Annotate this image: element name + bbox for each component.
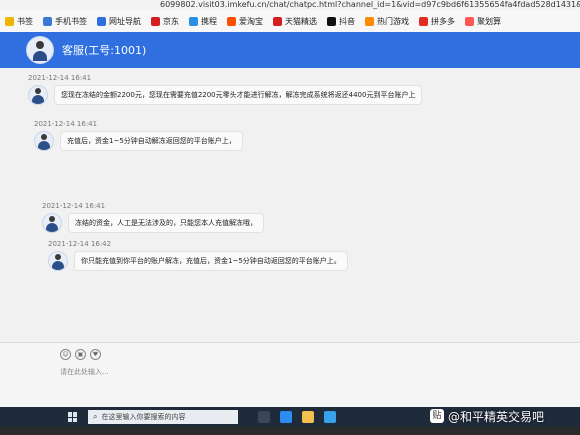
bookmark-item[interactable]: 天猫精选 <box>268 10 322 32</box>
message-bubble: 你只能充值到你平台的账户解冻，充值后，资金1~5分钟自动返回您的平台账户上。 <box>74 251 348 271</box>
bookmark-item[interactable]: 热门游戏 <box>360 10 414 32</box>
bookmark-item[interactable]: 聚划算 <box>460 10 506 32</box>
agent-avatar <box>26 36 54 64</box>
bookmark-item[interactable]: 拼多多 <box>414 10 460 32</box>
agent-avatar <box>42 213 62 233</box>
folder-icon[interactable] <box>302 411 314 423</box>
bookmark-item[interactable]: 书签 <box>0 10 38 32</box>
jd-icon <box>151 16 160 26</box>
message-bubble: 冻结的资金，人工是无法涉及的，只能您本人充值解冻哦， <box>68 213 264 233</box>
game-icon <box>365 16 374 26</box>
agent-avatar <box>34 131 54 151</box>
message-bubble: 充值后，资金1~5分钟自动解冻返回您的平台账户上， <box>60 131 243 151</box>
taobao-icon <box>227 16 236 26</box>
watermark: 贴 @和平精英交易吧 <box>430 404 544 428</box>
screen: 6099802.visit03.imkefu.cn/chat/chatpc.ht… <box>0 0 580 420</box>
message-bubble: 您现在冻结的金额2200元，您现在需要充值2200元零头才能进行解冻，解冻完成系… <box>54 85 423 105</box>
app-icon[interactable] <box>324 411 336 423</box>
message-input[interactable]: 请在此处输入... <box>60 367 109 377</box>
bookmark-item[interactable]: 抖音 <box>322 10 360 32</box>
star-icon <box>5 16 14 26</box>
chat-header: 客服(工号:1001) <box>0 32 580 68</box>
message: 2021-12-14 16:41 充值后，资金1~5分钟自动解冻返回您的平台账户… <box>34 120 243 151</box>
windows-start-icon[interactable] <box>68 412 78 422</box>
ctrip-icon <box>189 16 198 26</box>
message-time: 2021-12-14 16:42 <box>48 240 112 248</box>
bookmark-item[interactable]: 携程 <box>184 10 222 32</box>
nav-icon <box>97 16 106 26</box>
search-icon: ⌕ <box>93 412 98 421</box>
message: 2021-12-14 16:41 您现在冻结的金额2200元，您现在需要充值22… <box>28 74 423 105</box>
image-icon[interactable]: ▣ <box>75 349 86 360</box>
bookmark-item[interactable]: 爱淘宝 <box>222 10 268 32</box>
juhuasuan-icon <box>465 16 474 26</box>
emoji-icon[interactable]: ☺ <box>60 349 71 360</box>
phone-icon <box>43 16 52 26</box>
bookmarks-bar: 书签 手机书签 网址导航 京东 携程 爱淘宝 天猫精选 抖音 热门游戏 拼多多 … <box>0 10 580 33</box>
message-time: 2021-12-14 16:41 <box>28 74 92 82</box>
bookmark-item[interactable]: 手机书签 <box>38 10 92 32</box>
message: 2021-12-14 16:41 冻结的资金，人工是无法涉及的，只能您本人充值解… <box>42 202 264 233</box>
message-time: 2021-12-14 16:41 <box>34 120 98 128</box>
message-time: 2021-12-14 16:41 <box>42 202 106 210</box>
douyin-icon <box>327 16 336 26</box>
chat-title: 客服(工号:1001) <box>62 44 147 57</box>
agent-avatar <box>28 85 48 105</box>
bookmark-item[interactable]: 京东 <box>146 10 184 32</box>
watermark-text: @和平精英交易吧 <box>448 409 545 424</box>
browser-icon[interactable] <box>280 411 292 423</box>
address-bar[interactable]: 6099802.visit03.imkefu.cn/chat/chatpc.ht… <box>0 0 580 10</box>
tmall-icon <box>273 16 282 26</box>
taskbar-search-placeholder: 在这里输入你要搜索的内容 <box>101 413 186 421</box>
bookmark-item[interactable]: 网址导航 <box>92 10 146 32</box>
chat-log: 2021-12-14 16:41 您现在冻结的金额2200元，您现在需要充值22… <box>0 68 580 342</box>
tieba-logo-icon: 贴 <box>430 409 444 423</box>
message: 2021-12-14 16:42 你只能充值到你平台的账户解冻，充值后，资金1~… <box>48 240 348 271</box>
task-view-icon[interactable] <box>258 411 270 423</box>
url-text: 6099802.visit03.imkefu.cn/chat/chatpc.ht… <box>160 0 580 9</box>
agent-avatar <box>48 251 68 271</box>
like-icon[interactable]: ♥ <box>90 349 101 360</box>
taskbar-search[interactable]: ⌕ 在这里输入你要搜索的内容 <box>88 410 238 424</box>
input-toolbar: ☺ ▣ ♥ <box>60 349 101 360</box>
pinduoduo-icon <box>419 16 428 26</box>
